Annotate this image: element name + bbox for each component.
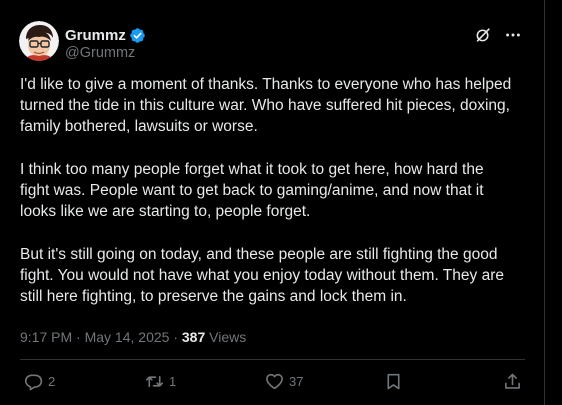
post-line: I'd like to give a moment of thanks. Tha…	[20, 76, 512, 93]
views-count: 387	[181, 329, 206, 345]
more-icon[interactable]	[504, 26, 522, 44]
post-card: Grummz @Grummz I'd like to give a moment…	[0, 0, 545, 405]
divider	[20, 359, 525, 360]
post-time[interactable]: 9:17 PM	[20, 329, 72, 345]
share-button[interactable]	[503, 372, 522, 391]
like-button[interactable]: 37	[265, 372, 303, 391]
repost-count: 1	[169, 374, 177, 389]
bookmark-button[interactable]	[384, 372, 403, 391]
repost-button[interactable]: 1	[145, 372, 176, 391]
post-metadata: 9:17 PM · May 14, 2025 · 387 Views	[20, 329, 246, 345]
post-date[interactable]: May 14, 2025	[85, 329, 170, 345]
post-paragraph-1: I'd like to give a moment of thanks. Tha…	[20, 74, 525, 138]
post-line: But it's still going on today, and these…	[20, 245, 498, 263]
post-line: fight was. People want to get back to ga…	[20, 182, 484, 199]
author-display-name[interactable]: Grummz	[65, 27, 126, 44]
avatar[interactable]	[19, 21, 59, 61]
repost-icon	[145, 375, 164, 388]
heart-icon	[266, 373, 283, 390]
post-text: I'd like to give a moment of thanks. Tha…	[20, 74, 525, 307]
like-count: 37	[289, 374, 304, 389]
author-handle[interactable]: @Grummz	[65, 45, 135, 61]
action-bar: 2 1 37	[0, 368, 545, 394]
author-name-row[interactable]: Grummz	[65, 26, 146, 44]
post-line: looks like we are starting to, people fo…	[20, 203, 311, 221]
grok-icon[interactable]	[474, 26, 492, 44]
post-line: fight. You would not have what you enjoy…	[20, 266, 504, 284]
reply-icon	[24, 374, 43, 391]
reply-count: 2	[48, 374, 56, 389]
meta-separator: ·	[173, 329, 178, 345]
post-line: turned the tide in this culture war. Who…	[20, 97, 510, 115]
post-paragraph-3: But it's still going on today, and these…	[20, 244, 525, 308]
share-icon	[505, 373, 520, 389]
bookmark-icon	[387, 373, 400, 390]
reply-button[interactable]: 2	[24, 372, 55, 391]
post-line: family bothered, lawsuits or worse.	[20, 118, 258, 136]
avatar-image	[19, 21, 59, 61]
post-line: I think too many people forget what it t…	[20, 160, 484, 178]
post-line: still here fighting, to preserve the gai…	[20, 288, 407, 305]
post-paragraph-2: I think too many people forget what it t…	[20, 159, 525, 223]
views-label: Views	[209, 329, 247, 345]
meta-separator: ·	[76, 329, 81, 345]
post-top-actions	[474, 26, 522, 44]
verified-badge-icon	[129, 27, 146, 44]
scrollbar-track[interactable]	[546, 0, 562, 405]
